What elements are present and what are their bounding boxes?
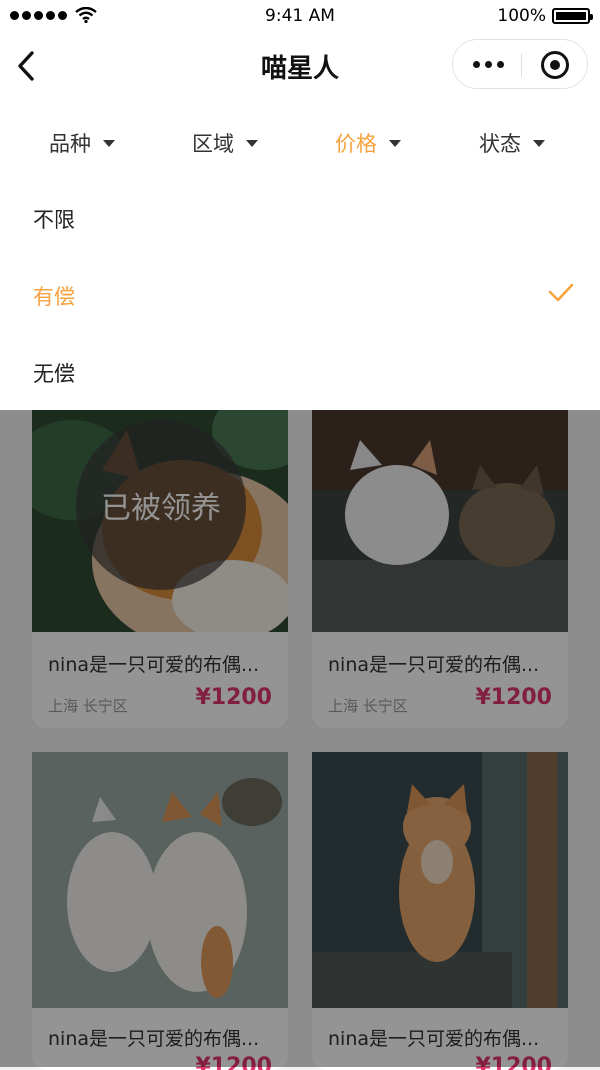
dropdown-triangle-icon	[533, 139, 545, 147]
price-option-label: 无偿	[33, 362, 75, 386]
more-dots-icon[interactable]	[473, 61, 504, 68]
filter-status-label: 状态	[479, 132, 521, 156]
price-option-any[interactable]: 不限	[0, 180, 600, 256]
price-option-label: 不限	[33, 208, 75, 232]
filter-price-label: 价格	[335, 132, 377, 156]
filter-price[interactable]: 价格	[335, 128, 401, 158]
filter-status[interactable]: 状态	[479, 128, 545, 158]
price-option-paid[interactable]: 有偿	[0, 257, 600, 333]
battery-percent: 100%	[497, 6, 546, 26]
price-option-free[interactable]: 无偿	[0, 334, 600, 410]
dropdown-triangle-icon	[389, 139, 401, 147]
battery-group: 100%	[497, 6, 593, 26]
close-target-icon[interactable]	[541, 51, 569, 79]
battery-icon	[552, 8, 593, 24]
filter-region[interactable]: 区域	[192, 128, 258, 158]
mini-program-capsule	[452, 39, 588, 89]
price-dropdown: 不限 有偿 无偿	[0, 180, 600, 410]
filter-bar: 品种 区域 价格 状态	[0, 98, 600, 180]
filter-region-label: 区域	[192, 132, 234, 156]
checkmark-icon	[548, 283, 574, 302]
dropdown-triangle-icon	[246, 139, 258, 147]
price-option-label: 有偿	[33, 285, 75, 309]
capsule-divider	[521, 53, 522, 77]
filter-breed[interactable]: 品种	[49, 128, 115, 158]
dropdown-triangle-icon	[103, 139, 115, 147]
nav-bar: 喵星人	[0, 34, 600, 98]
dim-overlay[interactable]	[0, 410, 600, 1067]
status-bar: 9:41 AM 100%	[0, 0, 600, 34]
filter-breed-label: 品种	[49, 132, 91, 156]
